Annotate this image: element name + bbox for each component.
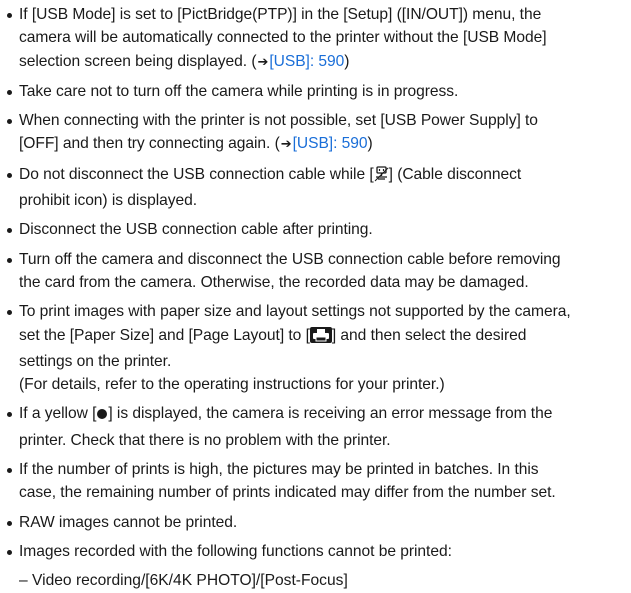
- list-item: RAW images cannot be printed.: [6, 511, 631, 534]
- cable-disconnect-prohibit-icon: [374, 166, 389, 189]
- text-line: settings on the printer.: [19, 350, 631, 373]
- text-line: [OFF] and then try connecting again. (➔[…: [19, 132, 631, 156]
- text-line: When connecting with the printer is not …: [19, 109, 631, 132]
- status-circle-icon: [96, 405, 108, 428]
- text-run: case, the remaining number of prints ind…: [19, 484, 556, 502]
- text-run: ] and then select the desired: [331, 326, 527, 344]
- text-run: RAW images cannot be printed.: [19, 513, 238, 531]
- text-run: ] is displayed, the camera is receiving …: [108, 405, 553, 423]
- text-line: Turn off the camera and disconnect the U…: [19, 248, 631, 271]
- text-line: To print images with paper size and layo…: [19, 300, 631, 323]
- text-run: (For details, refer to the operating ins…: [19, 376, 445, 394]
- text-line: the card from the camera. Otherwise, the…: [19, 271, 631, 294]
- text-line: RAW images cannot be printed.: [19, 511, 631, 534]
- list-item: Disconnect the USB connection cable afte…: [6, 218, 631, 241]
- text-line: If the number of prints is high, the pic…: [19, 458, 631, 481]
- list-item: To print images with paper size and layo…: [6, 300, 631, 396]
- text-run: Turn off the camera and disconnect the U…: [19, 250, 561, 268]
- text-run: set the [Paper Size] and [Page Layout] t…: [19, 326, 310, 344]
- text-line: Do not disconnect the USB connection cab…: [19, 163, 631, 189]
- text-run: ): [367, 135, 373, 153]
- text-run: Take care not to turn off the camera whi…: [19, 82, 459, 100]
- sub-list-item: – Video recording/[6K/4K PHOTO]/[Post-Fo…: [19, 572, 348, 590]
- text-run: camera will be automatically connected t…: [19, 29, 547, 47]
- text-line: prohibit icon) is displayed.: [19, 189, 631, 212]
- text-line: If [USB Mode] is set to [PictBridge(PTP)…: [19, 3, 631, 26]
- text-line: set the [Paper Size] and [Page Layout] t…: [19, 324, 631, 350]
- text-line: case, the remaining number of prints ind…: [19, 481, 631, 504]
- text-line: printer. Check that there is no problem …: [19, 429, 631, 452]
- text-run: Do not disconnect the USB connection cab…: [19, 165, 374, 183]
- text-run: ] (Cable disconnect: [388, 165, 522, 183]
- text-run: If [USB Mode] is set to [PictBridge(PTP)…: [19, 6, 542, 23]
- list-item: Take care not to turn off the camera whi…: [6, 80, 631, 103]
- reference-arrow-icon: ➔: [257, 54, 269, 70]
- text-line: Take care not to turn off the camera whi…: [19, 80, 631, 103]
- text-run: settings on the printer.: [19, 352, 172, 370]
- text-run: If the number of prints is high, the pic…: [19, 461, 539, 479]
- text-run: selection screen being displayed. (: [19, 52, 257, 70]
- text-run: printer. Check that there is no problem …: [19, 431, 391, 449]
- page-reference-link[interactable]: [USB]: 590: [269, 53, 344, 70]
- text-line: Images recorded with the following funct…: [19, 540, 631, 563]
- text-run: the card from the camera. Otherwise, the…: [19, 273, 529, 291]
- list-item: If the number of prints is high, the pic…: [6, 458, 631, 505]
- text-run: prohibit icon) is displayed.: [19, 192, 198, 210]
- text-run: If a yellow [: [19, 405, 97, 423]
- text-run: [OFF] and then try connecting again. (: [19, 135, 280, 153]
- page-reference-link[interactable]: [USB]: 590: [293, 135, 368, 152]
- text-line: selection screen being displayed. (➔[USB…: [19, 50, 631, 74]
- text-line: Disconnect the USB connection cable afte…: [19, 218, 631, 241]
- text-run: Images recorded with the following funct…: [19, 542, 452, 560]
- notes-list: If [USB Mode] is set to [PictBridge(PTP)…: [6, 3, 631, 563]
- list-item: If [USB Mode] is set to [PictBridge(PTP)…: [6, 3, 631, 74]
- list-item: Images recorded with the following funct…: [6, 540, 631, 563]
- sub-items: – Video recording/[6K/4K PHOTO]/[Post-Fo…: [6, 569, 631, 592]
- list-item: Do not disconnect the USB connection cab…: [6, 163, 631, 213]
- text-line: camera will be automatically connected t…: [19, 26, 631, 49]
- text-line: If a yellow [ ] is displayed, the camera …: [19, 402, 631, 428]
- text-run: When connecting with the printer is not …: [19, 112, 538, 130]
- text-line: (For details, refer to the operating ins…: [19, 373, 631, 396]
- list-item: When connecting with the printer is not …: [6, 109, 631, 157]
- list-item: Turn off the camera and disconnect the U…: [6, 248, 631, 295]
- list-item: If a yellow [ ] is displayed, the camera …: [6, 402, 631, 452]
- text-run: ): [344, 52, 350, 70]
- text-run: To print images with paper size and layo…: [19, 303, 571, 321]
- manual-page: If [USB Mode] is set to [PictBridge(PTP)…: [0, 0, 631, 589]
- reference-arrow-icon: ➔: [280, 137, 292, 153]
- printer-icon: [309, 326, 332, 350]
- text-run: Disconnect the USB connection cable afte…: [19, 221, 373, 239]
